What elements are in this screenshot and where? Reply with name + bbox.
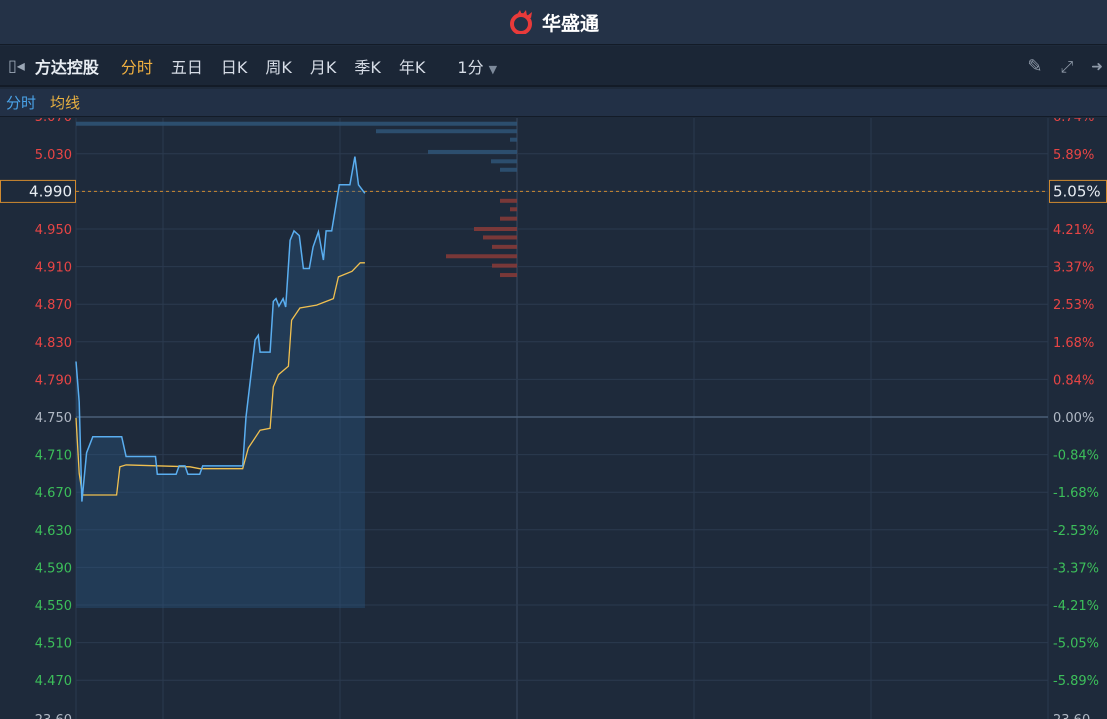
collapse-panel-icon[interactable]: ▯◂ [8, 56, 25, 75]
y-tick-label: 4.830 [35, 336, 72, 351]
pct-tick-label: 5.89% [1053, 148, 1094, 163]
pct-tick-label: -5.05% [1053, 637, 1099, 652]
legend-avg-line: 均线 [50, 94, 81, 112]
volume-profile-bar [492, 244, 517, 249]
volume-profile-bar [510, 207, 517, 212]
pct-tick-label: 0.84% [1053, 373, 1094, 388]
y-tick-label: 4.470 [35, 674, 72, 689]
volume-max-label-right: 23.60 [1053, 713, 1090, 719]
volume-profile-bar [510, 137, 517, 142]
y-tick-label: 4.750 [35, 411, 72, 426]
y-tick-label: 4.710 [35, 449, 72, 464]
intraday-chart[interactable]: 5.070 6.74% 5.030 5.89% 4.990 5.05% 4.950 4.21%… [0, 118, 1107, 719]
stock-name: 方达控股 [34, 57, 99, 77]
pct-tick-label: 3.37% [1053, 261, 1094, 276]
interval-value: 1分 [457, 57, 484, 77]
fullscreen-icon[interactable]: ⤢ [1060, 57, 1073, 77]
pencil-icon[interactable]: ✎ [1027, 56, 1042, 77]
volume-profile-bar [492, 263, 517, 268]
pct-tick-label: -2.53% [1053, 524, 1099, 539]
y-tick-label: 4.790 [35, 373, 72, 388]
y-tick-label: 4.990 [29, 182, 72, 200]
title-bar: 华盛通 [0, 0, 1107, 45]
y-tick-label: 4.590 [35, 561, 72, 576]
interval-select[interactable]: 1分 ▼ [457, 54, 497, 78]
y-tick-label: 4.510 [35, 637, 72, 652]
volume-profile-bar [474, 227, 517, 231]
y-tick-label: 4.670 [35, 486, 72, 501]
volume-max-label: 23.60 [35, 713, 72, 719]
tab-quarterly-k[interactable]: 季K [354, 54, 381, 78]
tab-five-day[interactable]: 五日 [171, 54, 203, 78]
volume-profile-bar [500, 198, 517, 203]
y-tick-label: 4.910 [35, 261, 72, 276]
volume-profile-bar [76, 121, 517, 126]
app-logo: 华盛通 [508, 9, 599, 36]
arrow-right-icon[interactable]: ➜ [1091, 59, 1103, 75]
tab-weekly-k[interactable]: 周K [265, 54, 292, 78]
price-area-fill [76, 156, 365, 608]
chart-legend: 分时 均线 [0, 89, 1107, 117]
toolbar: ▯◂ 方达控股 分时 五日 日K 周K 月K 季K 年K 1分 ▼ ✎ ⤢ ➜ [0, 46, 1107, 87]
pct-tick-label: 0.00% [1053, 411, 1094, 426]
pct-tick-label: -4.21% [1053, 599, 1099, 614]
volume-profile-bar [500, 273, 517, 278]
app-title: 华盛通 [541, 12, 599, 35]
tab-intraday[interactable]: 分时 [121, 54, 153, 78]
y-tick-label: 4.550 [35, 599, 72, 614]
tab-yearly-k[interactable]: 年K [399, 54, 426, 78]
y-tick-label: 4.950 [35, 223, 72, 238]
chevron-down-icon: ▼ [488, 62, 498, 76]
volume-profile-bar [500, 216, 517, 221]
volume-profile-bar [376, 129, 517, 134]
pct-tick-label: 1.68% [1053, 336, 1094, 351]
y-tick-label: 5.070 [35, 118, 72, 125]
pct-tick-label: -1.68% [1053, 486, 1099, 501]
pct-tick-label: 6.74% [1053, 118, 1094, 125]
volume-profile-bar [483, 235, 517, 240]
y-tick-label: 5.030 [35, 148, 72, 163]
logo-icon [509, 10, 532, 34]
tab-daily-k[interactable]: 日K [221, 54, 248, 78]
volume-profile-bar [491, 159, 517, 164]
pct-tick-label: -5.89% [1053, 674, 1099, 689]
pct-tick-label: 2.53% [1053, 298, 1094, 313]
pct-tick-label: 4.21% [1053, 223, 1094, 238]
y-tick-label: 4.870 [35, 298, 72, 313]
y-tick-label: 4.630 [35, 524, 72, 539]
pct-tick-label: -0.84% [1053, 449, 1099, 464]
volume-profile-bar [446, 254, 517, 259]
tab-monthly-k[interactable]: 月K [310, 54, 337, 78]
volume-profile-bar [500, 167, 517, 172]
volume-profile-bar [428, 149, 517, 154]
pct-tick-label: -3.37% [1053, 561, 1099, 576]
legend-price-line: 分时 [6, 94, 37, 112]
pct-tick-label: 5.05% [1053, 182, 1101, 200]
